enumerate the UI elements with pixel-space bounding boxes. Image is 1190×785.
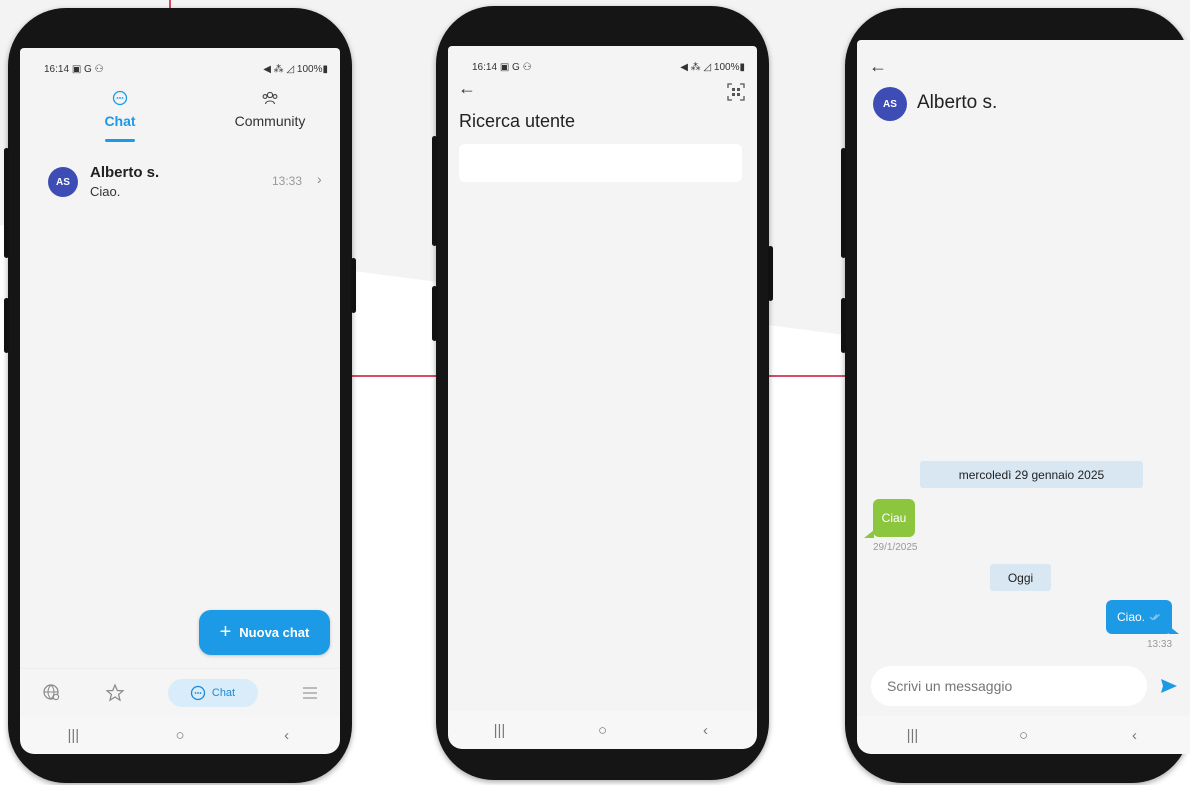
star-icon[interactable] — [104, 682, 125, 703]
plus-icon: + — [219, 621, 232, 643]
chat-preview: Ciao. — [90, 184, 121, 199]
home-icon[interactable]: ○ — [1004, 727, 1044, 744]
phone-user-search: 16:14 ▣ G ⚇ ◀ ⁂ ◿ 100%▮ ← Ricerca utente… — [432, 6, 773, 780]
outgoing-message-text: Ciao. — [1116, 610, 1145, 624]
status-right: ◀ ⁂ ◿ 100%▮ — [680, 62, 745, 73]
double-check-icon — [1149, 614, 1160, 621]
menu-icon[interactable] — [301, 685, 319, 701]
screen-chat-list: 16:14 ▣ G ⚇ ◀ ⁂ ◿ 100%▮ Chat Community A… — [20, 48, 340, 716]
contact-avatar: AS — [873, 87, 907, 121]
screen-user-search: 16:14 ▣ G ⚇ ◀ ⁂ ◿ 100%▮ ← Ricerca utente — [448, 46, 757, 711]
chat-bubble-icon — [190, 685, 206, 700]
chevron-right-icon: › — [317, 171, 322, 187]
tab-community-label: Community — [234, 113, 306, 129]
system-nav-bar: ||| ○ ‹ — [857, 716, 1190, 754]
page-title: Ricerca utente — [459, 111, 576, 131]
notification-icons: ▣ G ⚇ — [499, 62, 532, 73]
system-nav-bar: ||| ○ ‹ — [448, 711, 757, 749]
date-chip: mercoledì 29 gennaio 2025 — [920, 461, 1143, 488]
date-chip: Oggi — [990, 564, 1051, 591]
home-icon[interactable]: ○ — [583, 722, 623, 739]
phone-conversation: ← AS Alberto s. mercoledì 29 gennaio 202… — [841, 8, 1190, 783]
incoming-message-date: 29/1/2025 — [873, 542, 918, 553]
screen-conversation: ← AS Alberto s. mercoledì 29 gennaio 202… — [857, 40, 1190, 716]
chat-list-item[interactable]: AS Alberto s. Ciao. 13:33 › — [20, 160, 340, 210]
outgoing-message: Ciao. — [1106, 600, 1172, 634]
status-time: 16:14 — [44, 64, 70, 75]
qr-scan-icon[interactable] — [726, 82, 746, 102]
nav-chat-label: Chat — [211, 686, 236, 699]
new-chat-label: Nuova chat — [239, 625, 310, 640]
tab-chat[interactable]: Chat — [90, 90, 150, 142]
tab-community[interactable]: Community — [220, 90, 320, 129]
bottom-nav: Chat — [20, 668, 340, 716]
status-bar: 16:14 ▣ G ⚇ ◀ ⁂ ◿ 100%▮ — [44, 64, 328, 75]
message-input[interactable] — [871, 666, 1147, 706]
avatar: AS — [48, 167, 78, 197]
home-icon[interactable]: ○ — [160, 727, 200, 744]
back-nav-icon[interactable]: ‹ — [686, 722, 726, 739]
phone-chat-list: 16:14 ▣ G ⚇ ◀ ⁂ ◿ 100%▮ Chat Community A… — [4, 8, 356, 783]
back-nav-icon[interactable]: ‹ — [267, 727, 307, 744]
chat-name: Alberto s. — [90, 164, 160, 181]
incoming-message: Ciau — [873, 499, 915, 537]
people-icon — [262, 91, 278, 105]
back-nav-icon[interactable]: ‹ — [1115, 727, 1155, 744]
contact-name: Alberto s. — [917, 92, 998, 113]
outgoing-message-time: 13:33 — [1147, 639, 1173, 650]
nav-chat-button[interactable]: Chat — [167, 678, 258, 707]
recent-apps-icon[interactable]: ||| — [893, 727, 933, 744]
status-time: 16:14 — [472, 62, 498, 73]
status-bar: 16:14 ▣ G ⚇ ◀ ⁂ ◿ 100%▮ — [472, 62, 745, 73]
recent-apps-icon[interactable]: ||| — [480, 722, 520, 739]
globe-search-icon[interactable] — [42, 683, 62, 703]
new-chat-button[interactable]: + Nuova chat — [199, 610, 330, 655]
tab-indicator — [105, 139, 135, 142]
search-input[interactable] — [459, 144, 742, 182]
back-arrow-icon[interactable]: ← — [869, 56, 887, 77]
chat-bubble-icon — [112, 90, 128, 106]
recent-apps-icon[interactable]: ||| — [53, 727, 93, 744]
chat-time: 13:33 — [272, 174, 303, 188]
notification-icons: ▣ G ⚇ — [71, 64, 104, 75]
system-nav-bar: ||| ○ ‹ — [20, 716, 340, 754]
send-icon[interactable] — [1160, 678, 1178, 694]
tab-chat-label: Chat — [104, 113, 136, 129]
status-right: ◀ ⁂ ◿ 100%▮ — [263, 64, 328, 75]
back-arrow-icon[interactable]: ← — [458, 78, 476, 99]
outgoing-bubble-tail — [1169, 626, 1179, 634]
